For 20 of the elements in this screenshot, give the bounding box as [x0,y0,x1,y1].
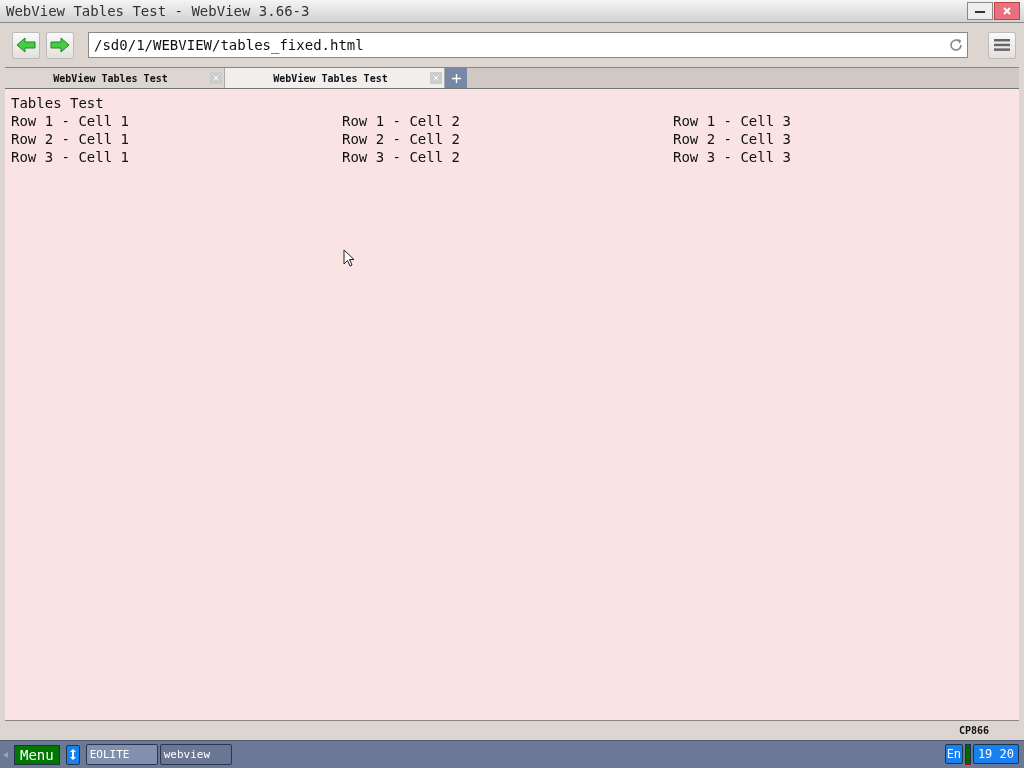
taskbar-task[interactable]: EOLITE [85,744,158,765]
table-cell-text: Row 3 - Cell 2 [342,148,461,166]
table-cell-text: Row 3 - Cell 1 [11,148,130,166]
table-cell-text: Row 1 - Cell 3 [673,112,792,130]
tab[interactable]: WebView Tables Test [5,68,225,88]
address-field[interactable]: /sd0/1/WEBVIEW/tables_fixed.html [88,32,968,58]
encoding-label: CP866 [958,725,989,736]
window-title: WebView Tables Test - WebView 3.66-3 [6,3,311,19]
clock: 19 20 [972,744,1019,764]
table-cell-text: Row 1 - Cell 2 [342,112,461,130]
table-cell-text: Row 2 - Cell 3 [673,130,792,148]
table-cell-text: Row 2 - Cell 1 [11,130,130,148]
page-heading: Tables Test [11,94,105,112]
tab[interactable]: WebView Tables Test [225,68,445,88]
table-cell-text: Row 3 - Cell 3 [673,148,792,166]
table-cell-text: Row 2 - Cell 2 [342,130,461,148]
language-indicator[interactable]: En [944,744,963,764]
menu-button[interactable]: Menu [14,744,60,765]
table-cell-text: Row 1 - Cell 1 [11,112,130,130]
taskbar-task[interactable]: webview [159,744,232,765]
